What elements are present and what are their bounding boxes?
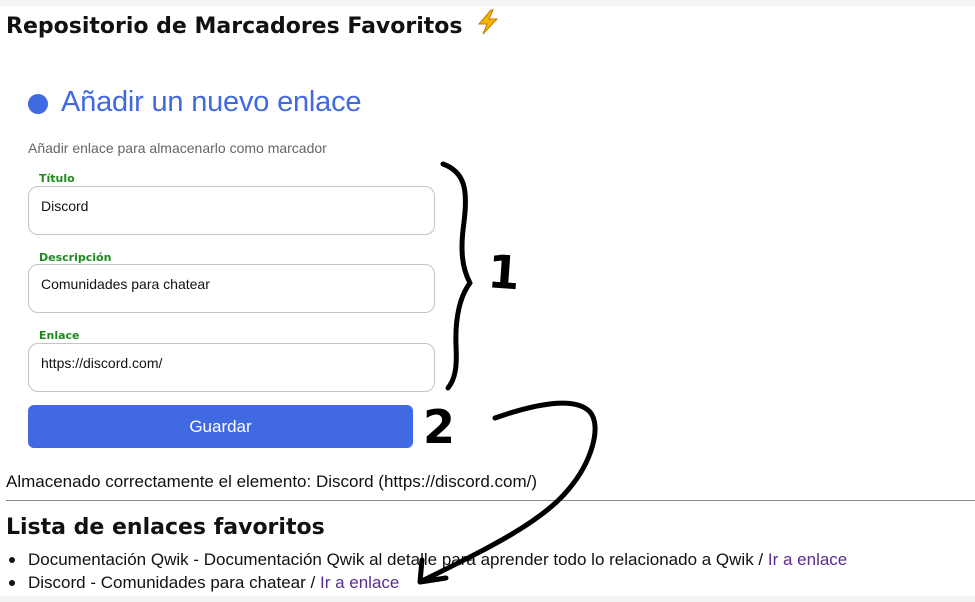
divider (6, 500, 975, 501)
form-title: Añadir un nuevo enlace (61, 86, 362, 118)
annotation-label-1: 1 (486, 244, 522, 300)
lightning-bolt-icon (474, 8, 502, 42)
list-item-text: Discord - Comunidades para chatear / (28, 573, 320, 592)
list-bullet-icon (9, 580, 15, 586)
top-strip (0, 0, 975, 6)
description-field-label: Descripción (39, 251, 112, 264)
page: Repositorio de Marcadores Favoritos Añad… (0, 0, 975, 602)
form-header: Añadir un nuevo enlace (28, 86, 362, 119)
annotation-label-2: 2 (423, 400, 455, 454)
favorites-list-title: Lista de enlaces favoritos (6, 515, 325, 540)
list-item-text: Documentación Qwik - Documentación Qwik … (28, 550, 768, 569)
title-field-label: Título (39, 172, 75, 185)
bullet-dot-icon (28, 93, 48, 114)
description-input[interactable]: Comunidades para chatear (28, 264, 435, 313)
favorites-list: Documentación Qwik - Documentación Qwik … (6, 548, 847, 594)
link-field-label: Enlace (39, 329, 80, 342)
form-subtitle: Añadir enlace para almacenarlo como marc… (28, 140, 327, 156)
status-message: Almacenado correctamente el elemento: Di… (6, 472, 538, 491)
list-item: Documentación Qwik - Documentación Qwik … (6, 548, 847, 571)
go-to-link[interactable]: Ir a enlace (320, 573, 399, 592)
page-title: Repositorio de Marcadores Favoritos (6, 8, 502, 44)
page-title-text: Repositorio de Marcadores Favoritos (6, 14, 463, 39)
title-input[interactable]: Discord (28, 186, 435, 235)
bottom-strip (0, 596, 975, 602)
link-input[interactable]: https://discord.com/ (28, 343, 435, 392)
curly-brace-icon (440, 161, 473, 391)
go-to-link[interactable]: Ir a enlace (768, 550, 847, 569)
list-bullet-icon (9, 557, 15, 563)
save-button[interactable]: Guardar (28, 405, 413, 448)
list-item: Discord - Comunidades para chatear / Ir … (6, 571, 847, 594)
